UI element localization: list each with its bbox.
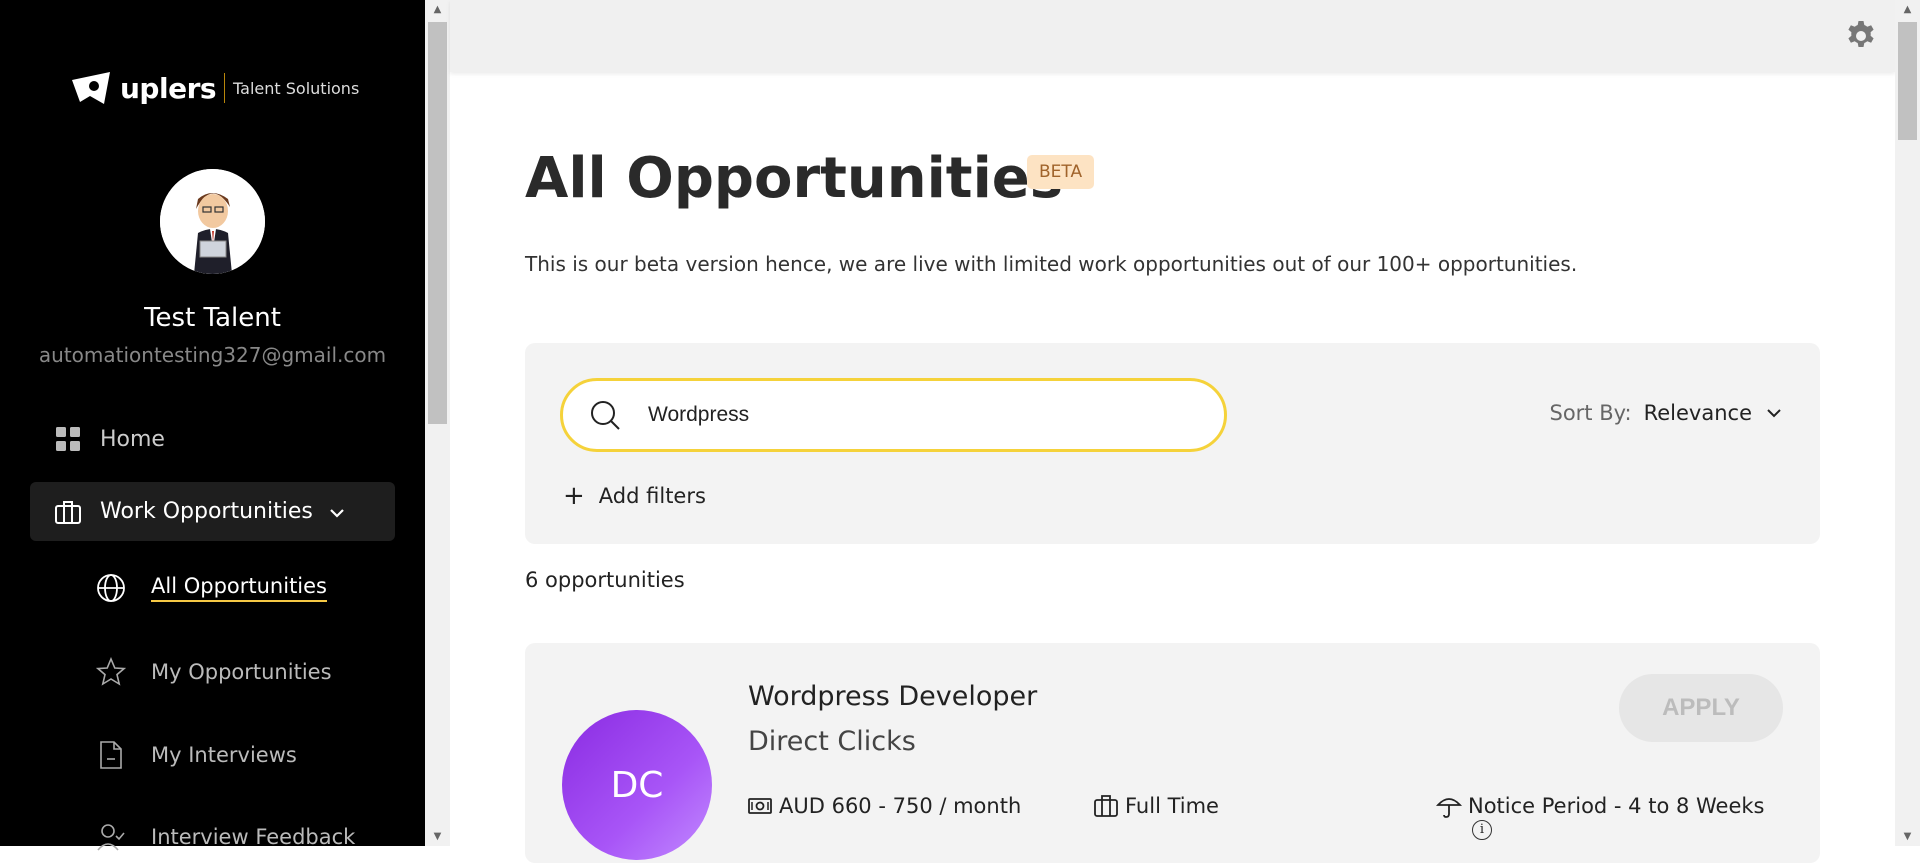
briefcase-icon [1094, 795, 1118, 817]
scroll-up-arrow-icon[interactable]: ▲ [425, 4, 450, 15]
globe-icon [95, 572, 127, 604]
scrollbar-thumb[interactable] [1898, 22, 1917, 140]
scroll-up-arrow-icon[interactable]: ▲ [1895, 4, 1920, 15]
brand-tagline: Talent Solutions [233, 78, 360, 98]
page-subtitle: This is our beta version hence, we are l… [525, 252, 1578, 276]
add-filters-label: Add filters [598, 484, 706, 508]
chevron-down-icon [1767, 409, 1781, 418]
star-icon [95, 656, 127, 688]
plus-icon: + [563, 481, 585, 511]
user-name: Test Talent [144, 303, 281, 333]
search-bar[interactable] [560, 378, 1227, 452]
beta-badge: BETA [1027, 155, 1095, 189]
opportunities-count: 6 opportunities [525, 568, 685, 592]
apply-button[interactable]: APPLY [1619, 674, 1783, 742]
sidebar-item-label: Work Opportunities [100, 499, 313, 524]
info-icon[interactable]: i [1472, 820, 1492, 840]
scroll-down-arrow-icon[interactable]: ▼ [425, 831, 450, 842]
sort-dropdown[interactable]: Sort By: Relevance [1549, 401, 1782, 425]
company-logo: DC [562, 710, 712, 860]
gear-icon[interactable] [1845, 20, 1877, 52]
user-check-icon [95, 821, 127, 853]
sidebar-scrollbar[interactable]: ▲ ▼ [425, 0, 450, 846]
avatar-illustration [160, 169, 265, 274]
job-notice-period: Notice Period - 4 to 8 Weeks [1436, 793, 1764, 819]
sidebar-subitem-label: My Interviews [151, 743, 297, 767]
brand-logo[interactable]: uplers Talent Solutions [70, 68, 359, 108]
job-title[interactable]: Wordpress Developer [748, 681, 1037, 712]
avatar[interactable] [160, 169, 265, 274]
search-icon [591, 401, 620, 430]
scrollbar-thumb[interactable] [428, 22, 447, 424]
page-title: All Opportunities [525, 146, 1064, 211]
sort-value: Relevance [1643, 401, 1752, 425]
user-email: automationtesting327@gmail.com [38, 343, 387, 367]
brand-name: uplers [120, 71, 217, 105]
chevron-down-icon [329, 499, 345, 524]
sidebar-subitem-label: My Opportunities [151, 660, 332, 684]
scroll-down-arrow-icon[interactable]: ▼ [1895, 831, 1920, 842]
sidebar-subitem-interview-feedback[interactable]: Interview Feedback [95, 821, 355, 853]
sidebar-subitem-label: Interview Feedback [151, 825, 356, 849]
company-initials: DC [610, 764, 664, 806]
filter-panel: Sort By: Relevance + Add filters [525, 343, 1820, 544]
document-icon [95, 739, 127, 771]
page-scrollbar[interactable]: ▲ ▼ [1895, 0, 1920, 846]
sidebar-subitem-my-opportunities[interactable]: My Opportunities [95, 656, 332, 688]
sidebar-item-label: Home [100, 426, 165, 452]
job-card[interactable]: DC Wordpress Developer Direct Clicks AUD… [525, 643, 1820, 863]
job-type-text: Full Time [1125, 794, 1219, 818]
search-input[interactable] [648, 403, 1208, 427]
briefcase-icon [54, 498, 82, 526]
brand-divider [224, 73, 226, 103]
notice-period-text: Notice Period - 4 to 8 Weeks [1468, 794, 1765, 818]
job-salary: AUD 660 - 750 / month [747, 793, 1021, 819]
umbrella-icon [1436, 798, 1462, 818]
sidebar-subitem-label: All Opportunities [151, 574, 327, 602]
job-type: Full Time [1093, 793, 1219, 819]
top-bar [450, 0, 1895, 72]
grid-icon [54, 425, 82, 453]
company-name: Direct Clicks [748, 726, 916, 757]
sort-label: Sort By: [1549, 401, 1632, 425]
sidebar-item-home[interactable]: Home [54, 425, 165, 453]
sidebar: uplers Talent Solutions Test Talent auto… [0, 0, 425, 851]
money-icon [748, 798, 772, 814]
add-filters-button[interactable]: + Add filters [563, 481, 706, 511]
sidebar-subitem-my-interviews[interactable]: My Interviews [95, 739, 297, 771]
uplers-logo-icon [72, 72, 110, 104]
salary-text: AUD 660 - 750 / month [779, 794, 1022, 818]
sidebar-item-work-opportunities[interactable]: Work Opportunities [30, 482, 395, 541]
sidebar-subitem-all-opportunities[interactable]: All Opportunities [95, 572, 327, 604]
